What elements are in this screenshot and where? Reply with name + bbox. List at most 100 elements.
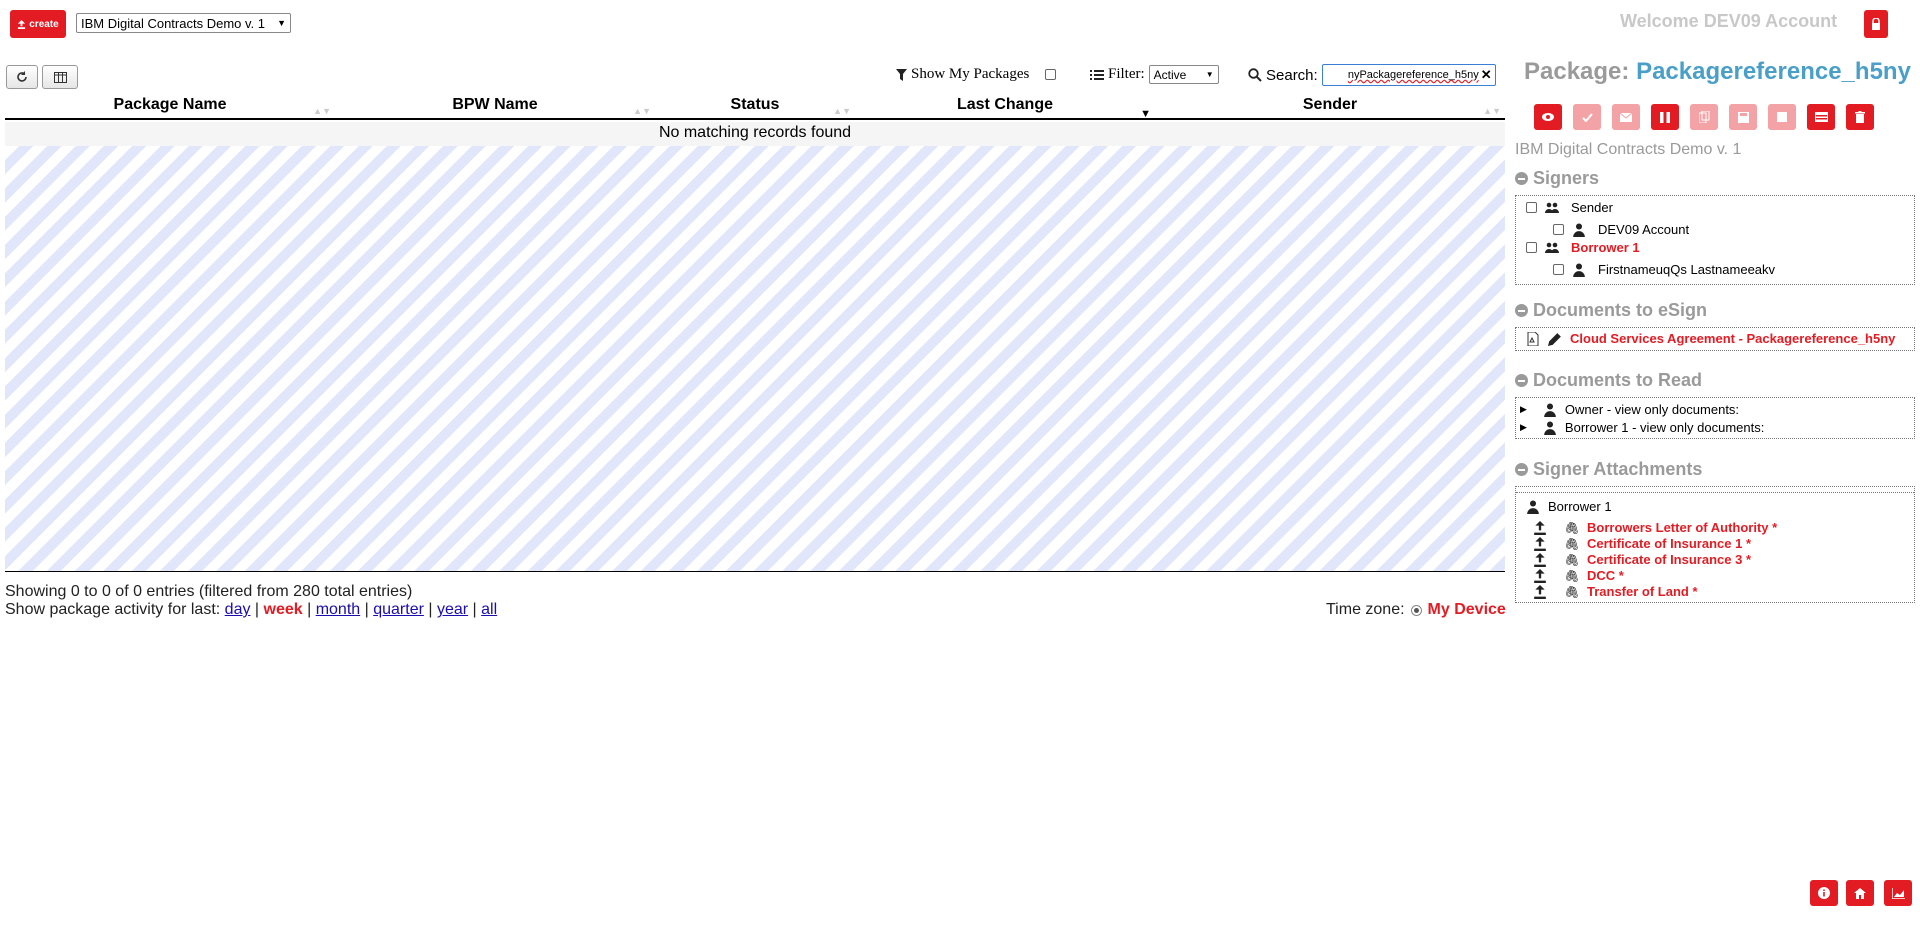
signers-section-toggle[interactable]: Signers <box>1515 168 1599 189</box>
collapse-icon <box>1515 172 1528 185</box>
column-header-bpw-name[interactable]: BPW Name ▲▼ <box>335 94 655 118</box>
columns-icon <box>53 71 67 83</box>
signer-member-name: FirstnameuqQs Lastnameeakv <box>1598 262 1776 277</box>
timezone-radio[interactable] <box>1410 604 1422 616</box>
upload-icon[interactable] <box>1533 568 1547 583</box>
activity-label: Show package activity for last: <box>5 601 221 618</box>
signer-checkbox[interactable] <box>1526 242 1537 253</box>
table-body-empty <box>5 146 1505 572</box>
docs-esign-section-toggle[interactable]: Documents to eSign <box>1515 300 1707 321</box>
signer-role[interactable]: Borrower 1 <box>1571 240 1640 255</box>
attachment-item[interactable]: 🖇 Certificate of Insurance 3 * <box>1533 552 1751 567</box>
attachment-item[interactable]: 🖇 DCC * <box>1533 568 1624 583</box>
signer-role: Sender <box>1571 200 1613 215</box>
attachment-signer: Borrower 1 <box>1526 499 1612 514</box>
template-select[interactable]: IBM Digital Contracts Demo v. 1 ▼ <box>76 13 291 33</box>
attachment-item[interactable]: 🖇 Borrowers Letter of Authority * <box>1533 520 1777 535</box>
column-header-status[interactable]: Status ▲▼ <box>655 94 855 118</box>
template-select-value: IBM Digital Contracts Demo v. 1 <box>81 15 265 31</box>
stop-icon <box>1777 112 1787 122</box>
show-my-packages-toggle[interactable]: Show My Packages <box>896 66 1057 83</box>
read-docs-owner[interactable]: ▶ Owner - view only documents: <box>1520 402 1739 417</box>
activity-link-day[interactable]: day <box>225 601 251 618</box>
filter-select[interactable]: Active ▼ <box>1148 65 1219 84</box>
activity-link-year[interactable]: year <box>437 601 468 618</box>
attachment-name[interactable]: Borrowers Letter of Authority * <box>1587 520 1777 535</box>
delete-button[interactable] <box>1846 104 1874 130</box>
attachments-title: Signer Attachments <box>1533 459 1703 479</box>
show-my-packages-checkbox[interactable] <box>1045 69 1057 80</box>
refresh-icon <box>17 71 27 82</box>
stop-button[interactable] <box>1768 104 1796 130</box>
sort-icon: ▲▼ <box>633 106 651 116</box>
paperclip-icon: 🖇 <box>1564 552 1580 567</box>
upload-icon <box>18 19 26 29</box>
reports-button[interactable] <box>1884 880 1912 906</box>
read-docs-label: Borrower 1 - view only documents: <box>1564 420 1765 435</box>
attachment-name[interactable]: Certificate of Insurance 3 * <box>1587 552 1751 567</box>
docs-read-title: Documents to Read <box>1533 370 1703 390</box>
signer-member-checkbox[interactable] <box>1553 224 1564 235</box>
lock-button[interactable] <box>1864 10 1888 38</box>
attachment-name[interactable]: Transfer of Land * <box>1587 584 1698 599</box>
attachment-name[interactable]: Certificate of Insurance 1 * <box>1587 536 1751 551</box>
esign-document-name[interactable]: Cloud Services Agreement - Packagerefere… <box>1570 331 1895 346</box>
user-icon <box>1527 499 1539 514</box>
caret-right-icon: ▶ <box>1520 404 1527 414</box>
esign-document-row[interactable]: Cloud Services Agreement - Packagerefere… <box>1526 331 1895 346</box>
column-header-package-name[interactable]: Package Name ▲▼ <box>5 94 335 118</box>
home-icon <box>1854 887 1866 899</box>
sort-icon: ▲▼ <box>1483 106 1501 116</box>
upload-icon[interactable] <box>1533 584 1547 599</box>
attachments-section-toggle[interactable]: Signer Attachments <box>1515 459 1702 480</box>
eye-icon <box>1542 113 1554 121</box>
attachment-item[interactable]: 🖇 Certificate of Insurance 1 * <box>1533 536 1751 551</box>
read-docs-borrower[interactable]: ▶ Borrower 1 - view only documents: <box>1520 420 1764 435</box>
docs-read-section-toggle[interactable]: Documents to Read <box>1515 370 1702 391</box>
view-button[interactable] <box>1534 104 1562 130</box>
upload-icon[interactable] <box>1533 536 1547 551</box>
activity-period: Show package activity for last: day | we… <box>5 601 498 618</box>
attachment-name[interactable]: DCC * <box>1587 568 1624 583</box>
activity-link-quarter[interactable]: quarter <box>373 601 424 618</box>
details-button[interactable] <box>1807 104 1835 130</box>
signer-checkbox[interactable] <box>1526 202 1537 213</box>
collapse-icon <box>1515 463 1528 476</box>
email-button[interactable] <box>1612 104 1640 130</box>
upload-icon[interactable] <box>1533 520 1547 535</box>
package-title-label: Package: <box>1524 58 1630 85</box>
users-icon <box>1545 242 1559 253</box>
column-header-last-change[interactable]: Last Change ▼ <box>855 94 1155 120</box>
pause-button[interactable] <box>1651 104 1679 130</box>
search-input[interactable]: nyPackagereference_h5ny ✕ <box>1321 64 1496 86</box>
save-icon <box>1737 111 1749 123</box>
info-button[interactable] <box>1810 880 1838 906</box>
signer-member-name: DEV09 Account <box>1598 222 1690 237</box>
activity-link-week[interactable]: week <box>264 601 303 618</box>
id-card-icon <box>1814 112 1828 122</box>
attachment-signer-name: Borrower 1 <box>1548 499 1612 514</box>
copy-button[interactable] <box>1690 104 1718 130</box>
create-button[interactable]: create <box>10 10 66 38</box>
signer-member-checkbox[interactable] <box>1553 264 1564 275</box>
approve-button[interactable] <box>1573 104 1601 130</box>
column-header-sender[interactable]: Sender ▲▼ <box>1155 94 1505 118</box>
columns-button[interactable] <box>42 65 78 89</box>
package-action-bar <box>1534 104 1874 130</box>
attachment-item[interactable]: 🖇 Transfer of Land * <box>1533 584 1698 599</box>
column-label: Package Name <box>113 96 227 113</box>
package-title: Package: Packagereference_h5ny <box>1524 58 1911 86</box>
activity-link-all[interactable]: all <box>481 601 497 618</box>
activity-link-month[interactable]: month <box>316 601 360 618</box>
users-icon <box>1545 202 1559 213</box>
save-button[interactable] <box>1729 104 1757 130</box>
timezone-label: Time zone: <box>1326 601 1405 618</box>
refresh-button[interactable] <box>6 65 38 89</box>
home-button[interactable] <box>1846 880 1874 906</box>
check-icon <box>1581 112 1593 122</box>
signers-box: Sender DEV09 Account Borrower 1 Firstnam… <box>1515 195 1915 285</box>
clear-icon[interactable]: ✕ <box>1481 67 1492 83</box>
column-label: Last Change <box>956 96 1053 113</box>
upload-icon[interactable] <box>1533 552 1547 567</box>
package-template-name: IBM Digital Contracts Demo v. 1 <box>1515 141 1742 158</box>
